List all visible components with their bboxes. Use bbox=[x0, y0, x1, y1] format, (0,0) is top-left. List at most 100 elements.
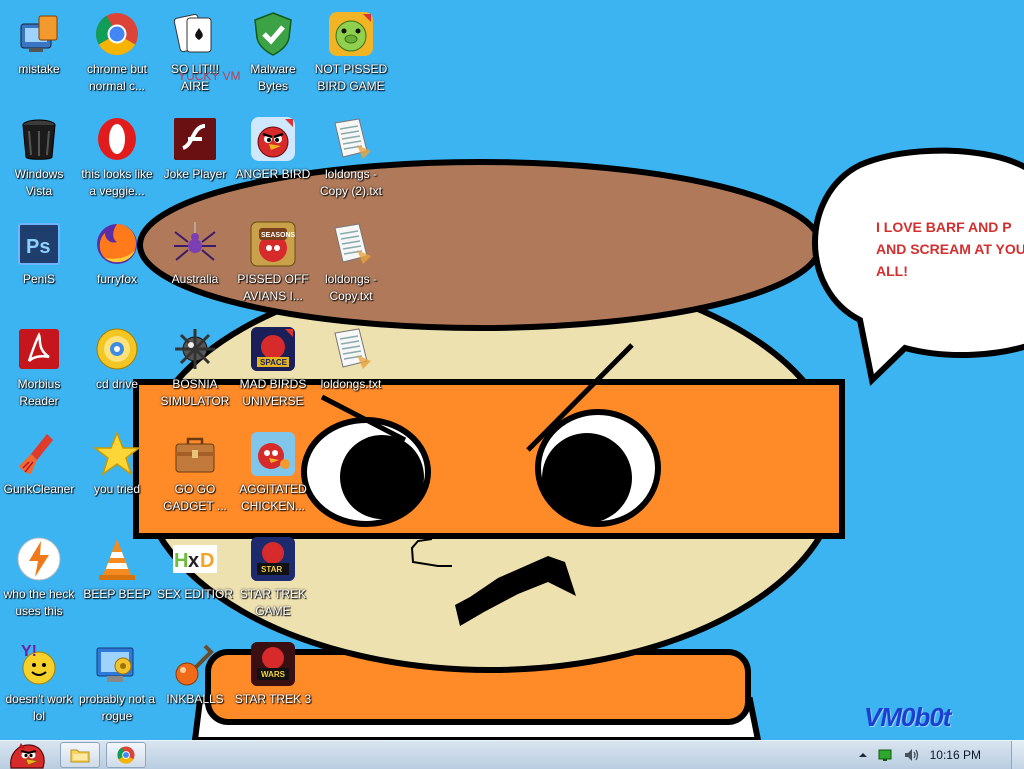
space-bird-icon: SPACE bbox=[249, 325, 297, 373]
desktop-icon-label: mistake bbox=[18, 62, 60, 76]
desktop-icon-label: AGGITATED CHICKEN... bbox=[239, 482, 307, 513]
star-wars-bird-2-icon: WARS bbox=[249, 640, 297, 688]
text-file-icon bbox=[327, 115, 375, 163]
up-arrow-icon bbox=[858, 753, 867, 757]
desktop-icon[interactable]: Malware Bytes bbox=[234, 4, 312, 108]
vm-watermark: VM0b0t bbox=[864, 702, 951, 732]
desktop-icon[interactable]: this looks like a veggie... bbox=[78, 109, 156, 213]
svg-text:SPACE: SPACE bbox=[260, 358, 288, 367]
desktop-icon-grid: mistake chrome but normal c... SO LIT!!! A… bbox=[0, 0, 400, 740]
desktop-icon-label: Windows Vista bbox=[14, 167, 64, 198]
desktop-icon-label: NOT PISSED BIRD GAME bbox=[314, 62, 388, 93]
volume-tray-button[interactable] bbox=[904, 748, 920, 762]
bolt-icon bbox=[15, 535, 63, 583]
desktop-icon[interactable]: ANGER BIRD bbox=[234, 109, 312, 213]
desktop-icon[interactable]: SO LIT!!! AIRE bbox=[156, 4, 234, 108]
desktop-icon[interactable]: WARS STAR TREK 3 bbox=[234, 634, 312, 738]
show-hidden-icons-button[interactable] bbox=[858, 750, 868, 760]
system-tray: 10:16 PM bbox=[858, 741, 1024, 769]
chrome-icon bbox=[117, 746, 135, 764]
desktop-icon-label: doesn't work lol bbox=[5, 692, 73, 723]
desktop-icon[interactable]: GunkCleaner bbox=[0, 424, 78, 528]
desktop-icon[interactable]: Windows Vista bbox=[0, 109, 78, 213]
desktop-icon-label: MAD BIRDS UNIVERSE bbox=[239, 377, 307, 408]
chrome-icon bbox=[93, 10, 141, 58]
speech-bubble-line-1: I LOVE BARF AND P bbox=[876, 219, 1012, 235]
angry-bird-start-icon bbox=[10, 743, 45, 769]
network-icon bbox=[878, 749, 892, 761]
desktop-icon[interactable]: who the heck uses this bbox=[0, 529, 78, 633]
desktop-icon[interactable]: loldongs - Copy (2).txt bbox=[312, 109, 390, 213]
desktop-icon[interactable]: BOSNIA SIMULATOR bbox=[156, 319, 234, 423]
trash-bin-icon bbox=[15, 115, 63, 163]
svg-text:Y!: Y! bbox=[21, 643, 37, 660]
desktop-icon[interactable]: probably not a rogue bbox=[78, 634, 156, 738]
svg-text:x: x bbox=[188, 550, 199, 572]
shield-check-icon bbox=[249, 10, 297, 58]
desktop-icon[interactable]: Ps PeniS bbox=[0, 214, 78, 318]
desktop-icon[interactable]: STAR STAR TREK GAME bbox=[234, 529, 312, 633]
flash-icon bbox=[171, 115, 219, 163]
pdf-reader-icon bbox=[15, 325, 63, 373]
traffic-cone-icon bbox=[93, 535, 141, 583]
svg-text:D: D bbox=[200, 550, 214, 572]
red-bird-icon bbox=[249, 115, 297, 163]
svg-text:Ps: Ps bbox=[26, 236, 50, 258]
desktop-icon-label: SO LIT!!! AIRE bbox=[170, 62, 219, 93]
desktop-icon-label: GO GO GADGET ... bbox=[163, 482, 227, 513]
desktop-icon-label: Joke Player bbox=[163, 167, 227, 181]
taskbar-clock[interactable]: 10:16 PM bbox=[930, 748, 981, 762]
desktop-icon[interactable]: SEASONS PISSED OFF AVIANS I... bbox=[234, 214, 312, 318]
desktop-icon[interactable]: mistake bbox=[0, 4, 78, 108]
desktop-icon[interactable]: furryfox bbox=[78, 214, 156, 318]
desktop-icon-label: PeniS bbox=[22, 272, 56, 286]
ink-ball-icon bbox=[171, 640, 219, 688]
speech-bubble-text: I LOVE BARF AND P AND SCREAM AT YOU ALL! bbox=[876, 216, 1024, 282]
desktop-icon[interactable]: loldongs - Copy.txt bbox=[312, 214, 390, 318]
desktop-icon-label: cd drive bbox=[95, 377, 139, 391]
desktop-icon[interactable]: Hx D SEX EDITIOR bbox=[156, 529, 234, 633]
desktop-icon[interactable]: Y! doesn't work lol bbox=[0, 634, 78, 738]
desktop-icon[interactable]: chrome but normal c... bbox=[78, 4, 156, 108]
cd-icon bbox=[93, 325, 141, 373]
desktop-icon[interactable]: loldongs.txt bbox=[312, 319, 390, 423]
show-desktop-button[interactable] bbox=[1011, 741, 1024, 769]
text-file-icon bbox=[327, 325, 375, 373]
desktop-icon-label: PISSED OFF AVIANS I... bbox=[237, 272, 309, 303]
svg-text:SEASONS: SEASONS bbox=[261, 232, 296, 239]
start-button[interactable] bbox=[0, 741, 54, 769]
desktop-icon[interactable]: cd drive bbox=[78, 319, 156, 423]
mine-icon bbox=[171, 325, 219, 373]
photoshop-icon: Ps bbox=[15, 220, 63, 268]
desktop-icon-label: INKBALLS bbox=[166, 692, 224, 706]
network-tray-button[interactable] bbox=[878, 748, 894, 762]
taskbar-pinned-explorer[interactable] bbox=[60, 742, 100, 768]
desktop-icon[interactable]: AGGITATED CHICKEN... bbox=[234, 424, 312, 528]
desktop-icon[interactable]: Morbius Reader bbox=[0, 319, 78, 423]
desktop-icon[interactable]: BEEP BEEP bbox=[78, 529, 156, 633]
desktop-icon[interactable]: GO GO GADGET ... bbox=[156, 424, 234, 528]
system-settings-icon bbox=[15, 10, 63, 58]
opera-icon bbox=[93, 115, 141, 163]
desktop-icon-label: this looks like a veggie... bbox=[81, 167, 153, 198]
desktop-icon[interactable]: NOT PISSED BIRD GAME bbox=[312, 4, 390, 108]
speech-bubble-line-3: ALL! bbox=[876, 263, 908, 279]
desktop-icon[interactable]: Joke Player bbox=[156, 109, 234, 213]
folder-icon bbox=[70, 749, 90, 763]
hex-editor-icon: HxD bbox=[171, 535, 219, 583]
desktop-icon-label: BEEP BEEP bbox=[83, 587, 151, 601]
firefox-icon bbox=[93, 220, 141, 268]
desktop-icon-label: Morbius Reader bbox=[17, 377, 61, 408]
bird-chicken-icon bbox=[249, 430, 297, 478]
svg-text:STAR: STAR bbox=[261, 565, 282, 574]
desktop-icon[interactable]: Australia bbox=[156, 214, 234, 318]
desktop-icon[interactable]: you tried bbox=[78, 424, 156, 528]
star-icon bbox=[93, 430, 141, 478]
desktop-icon[interactable]: SPACE MAD BIRDS UNIVERSE bbox=[234, 319, 312, 423]
desktop-icon-label: loldongs.txt bbox=[320, 377, 382, 391]
desktop-icon[interactable]: INKBALLS bbox=[156, 634, 234, 738]
desktop-icon-label: STAR TREK 3 bbox=[234, 692, 312, 706]
desktop-icon-label: probably not a rogue bbox=[78, 692, 156, 723]
seasons-bird-icon: SEASONS bbox=[249, 220, 297, 268]
taskbar-pinned-chrome[interactable] bbox=[106, 742, 146, 768]
